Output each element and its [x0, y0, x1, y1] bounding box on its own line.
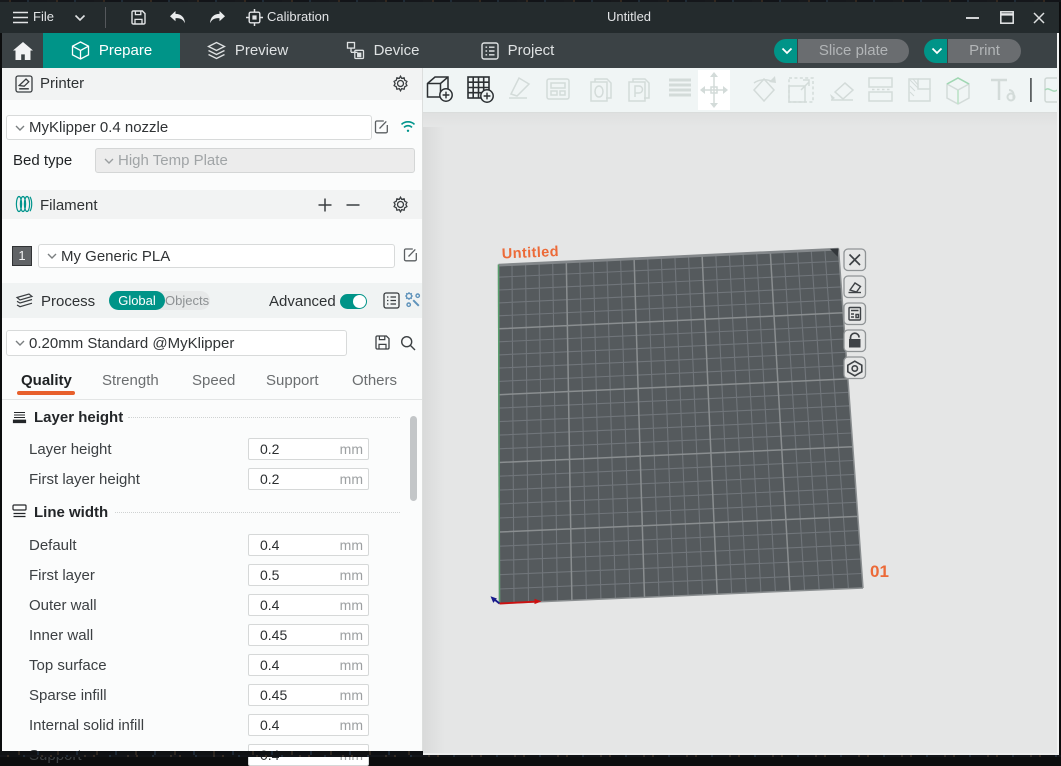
svg-text:01: 01	[870, 562, 889, 581]
svg-text:Untitled: Untitled	[501, 244, 559, 262]
